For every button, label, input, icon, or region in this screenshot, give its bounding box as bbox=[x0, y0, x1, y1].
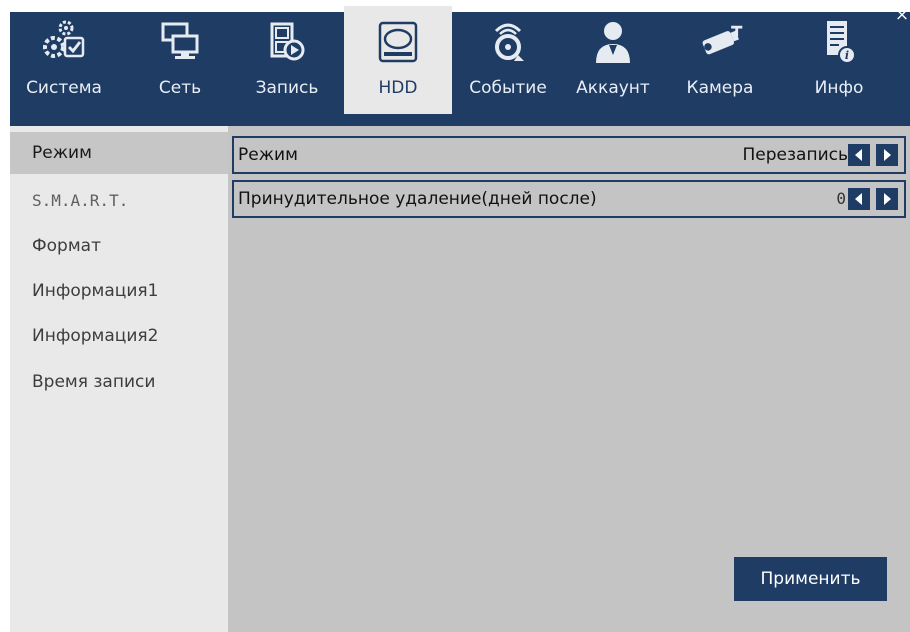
force-delete-next-button[interactable] bbox=[876, 188, 898, 210]
tab-network[interactable]: Сеть bbox=[146, 6, 214, 114]
tab-info[interactable]: i Инфо bbox=[794, 6, 884, 114]
mode-next-button[interactable] bbox=[876, 144, 898, 166]
tab-label: HDD bbox=[378, 78, 418, 98]
mode-label: Режим bbox=[238, 145, 298, 165]
camera-icon bbox=[694, 18, 746, 66]
network-monitors-icon bbox=[154, 18, 206, 66]
caret-right-icon bbox=[884, 149, 891, 161]
sidebar-item-info1[interactable]: Информация1 bbox=[10, 270, 228, 312]
mode-prev-button[interactable] bbox=[848, 144, 870, 166]
tab-label: Система bbox=[26, 78, 102, 98]
sidebar-item-info2[interactable]: Информация2 bbox=[10, 315, 228, 357]
tab-event[interactable]: Событие bbox=[460, 6, 556, 114]
close-icon[interactable]: × bbox=[894, 6, 910, 24]
tab-label: Сеть bbox=[158, 78, 202, 98]
apply-button[interactable]: Применить bbox=[734, 557, 887, 601]
tab-camera[interactable]: Камера bbox=[670, 6, 770, 114]
user-account-icon bbox=[587, 18, 639, 66]
force-delete-label: Принудительное удаление(дней после) bbox=[238, 189, 597, 209]
tab-account[interactable]: Аккаунт bbox=[568, 6, 658, 114]
tab-label: Запись bbox=[255, 78, 319, 98]
info-document-icon: i bbox=[813, 18, 865, 66]
gear-check-icon bbox=[38, 18, 90, 66]
svg-text:i: i bbox=[845, 49, 849, 62]
caret-right-icon bbox=[884, 193, 891, 205]
sidebar-item-format[interactable]: Формат bbox=[10, 225, 228, 267]
tab-label: Инфо bbox=[814, 78, 864, 98]
mode-row: Режим Перезапись bbox=[232, 136, 906, 174]
force-delete-prev-button[interactable] bbox=[848, 188, 870, 210]
tab-label: Камера bbox=[686, 78, 754, 98]
tab-record[interactable]: Запись bbox=[248, 6, 326, 114]
alarm-event-icon bbox=[482, 18, 534, 66]
force-delete-row: Принудительное удаление(дней после) 0 bbox=[232, 180, 906, 218]
film-record-icon bbox=[261, 18, 313, 66]
sidebar-item-smart[interactable]: S.M.A.R.T. bbox=[10, 180, 228, 222]
mode-value[interactable]: Перезапись bbox=[743, 138, 848, 172]
caret-left-icon bbox=[855, 149, 862, 161]
force-delete-value[interactable]: 0 bbox=[836, 182, 846, 216]
hard-drive-icon bbox=[372, 18, 424, 66]
tab-label: Аккаунт bbox=[576, 78, 650, 98]
tab-label: Событие bbox=[469, 78, 547, 98]
tab-hdd[interactable]: HDD bbox=[344, 6, 452, 114]
sidebar-item-mode[interactable]: Режим bbox=[10, 132, 228, 174]
caret-left-icon bbox=[855, 193, 862, 205]
tab-system[interactable]: Система bbox=[20, 6, 108, 114]
sidebar-item-record-time[interactable]: Время записи bbox=[10, 361, 228, 403]
